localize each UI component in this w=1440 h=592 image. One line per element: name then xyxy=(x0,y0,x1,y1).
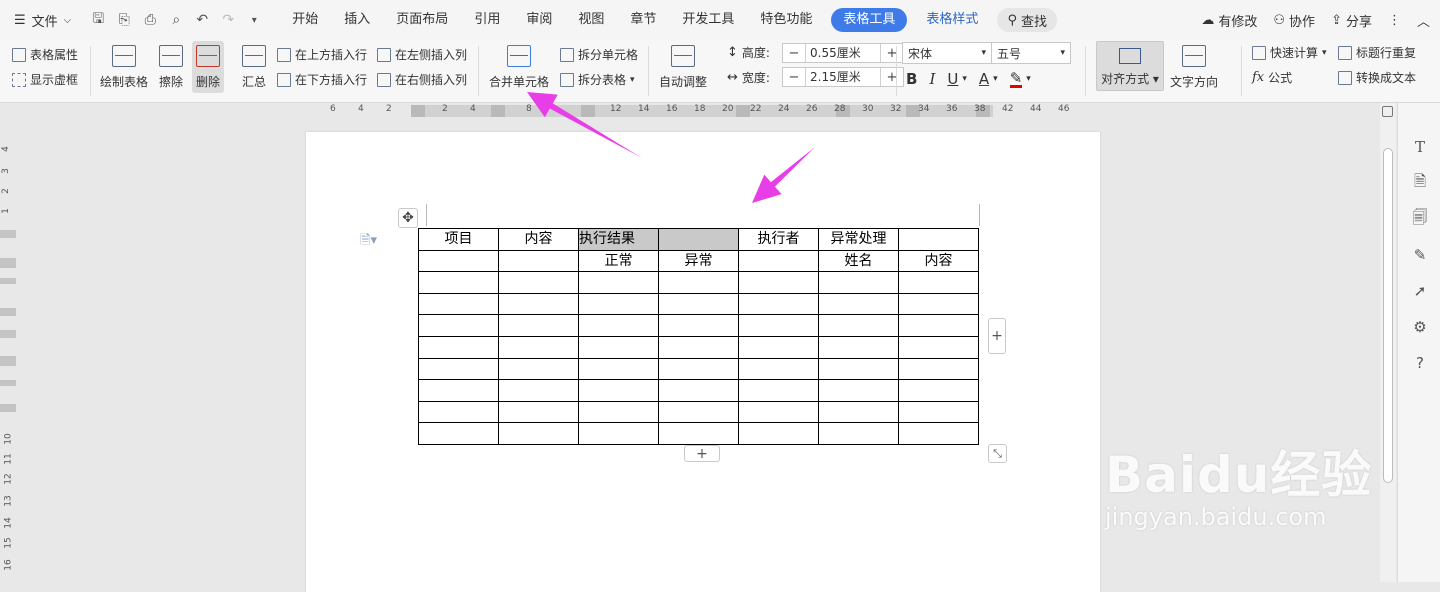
watermark: Baidu经验 jingyan.baidu.com xyxy=(1105,435,1372,531)
arrow-to-merge-button xyxy=(527,92,642,158)
watermark-logo: Baidu经验 xyxy=(1105,446,1373,504)
watermark-url: jingyan.baidu.com xyxy=(1105,503,1327,531)
arrow-to-table xyxy=(752,147,815,203)
